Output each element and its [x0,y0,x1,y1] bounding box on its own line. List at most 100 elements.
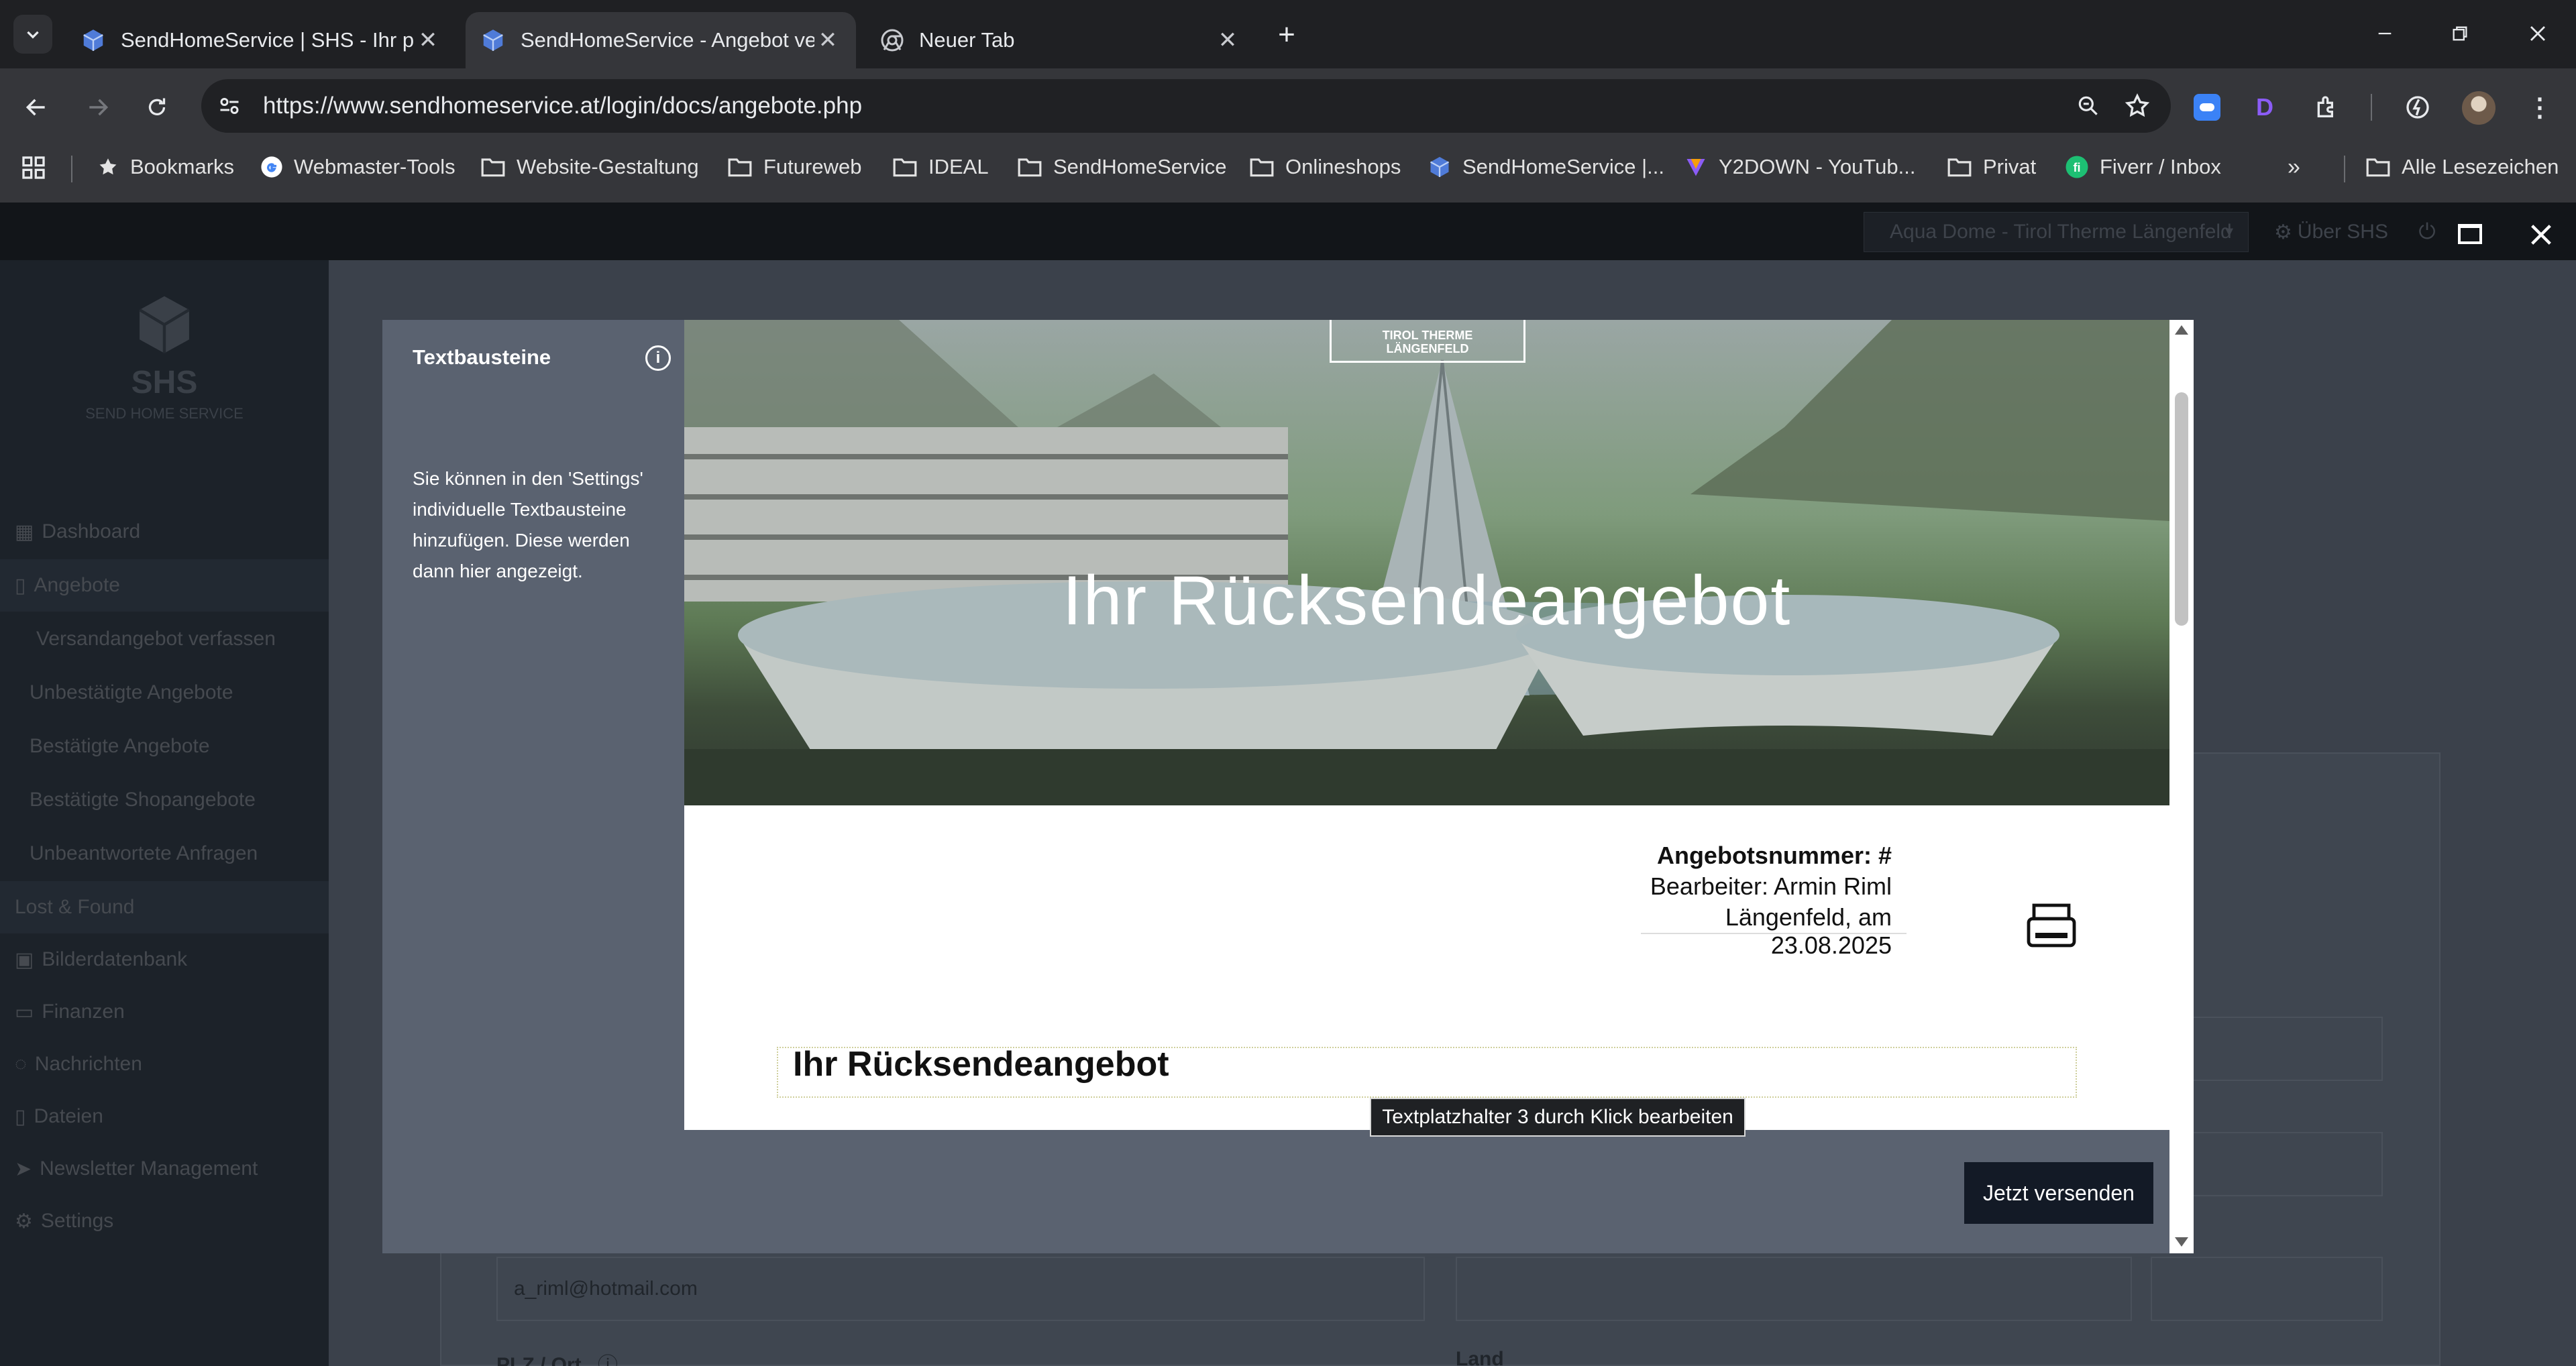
heading-placeholder[interactable]: Ihr Rücksendeangebot [777,1045,2077,1098]
chat-icon: ◌ [15,1053,27,1075]
cloud-extension-icon[interactable] [2194,94,2220,121]
divider [2371,94,2372,121]
nav-lost-found[interactable]: Lost & Found [0,881,329,933]
email-field[interactable]: a_riml@hotmail.com [496,1257,1425,1321]
info-icon: ⓘ [598,1354,619,1366]
tab-angebot[interactable]: SendHomeService - Angebot ve ✕ [466,12,856,68]
nav-settings[interactable]: ⚙ Settings [0,1195,329,1247]
print-button[interactable] [2026,903,2077,949]
page-viewport: Aqua Dome - Tirol Therme Längenfeld ▼ ⚙ … [0,203,2576,1366]
bg-input [2151,1257,2383,1321]
gear-icon: ⚙ [2274,221,2292,243]
apps-icon[interactable] [20,154,47,181]
close-window-button[interactable] [2514,13,2561,54]
bookmark-y2down[interactable]: Y2DOWN - YouTub... [1684,150,1915,184]
tab-search-button[interactable] [13,15,52,54]
bookmark-sendhomeservice-site[interactable]: SendHomeService |... [1428,150,1664,184]
cube-icon [1428,155,1452,179]
nav-versandangebot[interactable]: Versandangebot verfassen [0,613,329,665]
nav-nachrichten[interactable]: ◌ Nachrichten [0,1038,329,1090]
tab-neuer-tab[interactable]: Neuer Tab ✕ [865,12,1256,68]
more-bookmarks-button[interactable]: » [2288,150,2300,184]
textbausteine-hint: Sie können in den 'Settings' individuell… [413,468,643,581]
nav-dashboard[interactable]: ▦ Dashboard [0,506,329,558]
toolbar: https://www.sendhomeservice.at/login/doc… [0,68,2576,141]
d-extension-icon[interactable]: D [2251,93,2278,122]
reload-button[interactable] [138,89,176,126]
forward-arrow-icon [89,99,109,116]
divider [2344,156,2345,182]
performance-icon[interactable] [2403,93,2432,122]
close-icon[interactable]: ✕ [814,27,841,54]
info-icon[interactable]: i [645,345,671,371]
bookmark-bookmarks[interactable]: Bookmarks [97,150,234,184]
bookmark-privat[interactable]: Privat [1947,150,2036,184]
about-link[interactable]: ⚙ Über SHS [2274,217,2388,247]
land-label: Land [1456,1348,1504,1366]
restore-button[interactable] [2436,13,2483,54]
nav-bilderdatenbank[interactable]: ▣ Bilderdatenbank [0,933,329,986]
nav-bestaetigte[interactable]: Bestätigte Angebote [0,720,329,773]
nav-anfragen[interactable]: Unbeantwortete Anfragen [0,828,329,880]
app-sidebar: SHS SEND HOME SERVICE ▦ Dashboard ▯ Angebo… [0,260,329,1366]
document-icon: ▯ [15,574,26,597]
money-icon: ▭ [15,1001,34,1023]
y2down-icon [1684,155,1708,179]
bookmark-onlineshops[interactable]: Onlineshops [1249,150,1401,184]
avatar[interactable] [2462,91,2496,125]
bookmark-sendhomeservice[interactable]: SendHomeService [1017,150,1226,184]
paper-plane-icon: ➤ [15,1157,32,1180]
scroll-down-arrow[interactable] [2175,1237,2188,1247]
scroll-up-arrow[interactable] [2175,325,2188,335]
forward-button[interactable] [79,89,117,126]
nav-angebote[interactable]: ▯ Angebote [0,559,329,612]
cube-logo-icon [138,296,191,353]
close-icon[interactable]: ✕ [1214,27,1241,54]
tab-strip: SendHomeService | SHS - Ihr pr ✕ SendHom… [0,0,2576,68]
nav-finanzen[interactable]: ▭ Finanzen [0,986,329,1038]
send-button[interactable]: Jetzt versenden [1964,1162,2153,1224]
folder-icon [1249,156,1275,178]
tab-title: SendHomeService | SHS - Ihr pr [121,28,415,52]
bookmark-webmaster-tools[interactable]: Webmaster-Tools [260,150,455,184]
bookmark-all[interactable]: Alle Lesezeichen [2365,150,2559,184]
star-icon[interactable] [2124,93,2151,119]
close-icon [2531,225,2551,245]
bookmark-website-gestaltung[interactable]: Website-Gestaltung [480,150,699,184]
close-modal-button[interactable] [2525,219,2557,251]
extensions-icon[interactable] [2312,93,2341,122]
back-button[interactable] [17,89,55,126]
maximize-modal-button[interactable] [2458,224,2482,244]
scrollbar[interactable] [2169,320,2194,1253]
nav-shopangebote[interactable]: Bestätigte Shopangebote [0,774,329,826]
hero-title: Ihr Rücksendeangebot [1062,562,1792,640]
tab-sendhomeservice[interactable]: SendHomeService | SHS - Ihr pr ✕ [66,12,456,68]
scroll-thumb[interactable] [2175,392,2188,626]
minimize-button[interactable] [2361,13,2408,54]
bookmark-ideal[interactable]: IDEAL [892,150,989,184]
minimize-icon [2378,32,2392,35]
hero-logo-box: TIROL THERME LÄNGENFELD [1330,320,1525,363]
menu-icon[interactable]: ⋮ [2526,93,2553,122]
bookmark-futureweb[interactable]: Futureweb [727,150,861,184]
power-icon[interactable]: ⏻ [2414,217,2440,247]
hotel-select[interactable]: Aqua Dome - Tirol Therme Längenfeld ▼ [1864,212,2249,252]
bookmark-fiverr[interactable]: fi Fiverr / Inbox [2065,150,2221,184]
folder-icon [727,156,753,178]
divider [71,156,72,182]
app-logo: SHS SEND HOME SERVICE [0,294,329,422]
site-info-icon[interactable] [217,94,241,118]
printer-icon [2027,903,2076,948]
address-bar[interactable]: https://www.sendhomeservice.at/login/doc… [201,79,2171,133]
new-tab-button[interactable]: + [1268,16,1305,54]
star-icon [97,156,119,178]
nav-newsletter[interactable]: ➤ Newsletter Management [0,1143,329,1195]
folder-icon [892,156,918,178]
date-line: Längenfeld, am 23.08.2025 [1725,903,1892,959]
close-icon[interactable]: ✕ [415,27,441,54]
zoom-icon[interactable] [2076,93,2101,119]
image-icon: ▣ [15,948,34,971]
nav-dateien[interactable]: ▯ Dateien [0,1090,329,1143]
nav-unbestaetigte[interactable]: Unbestätigte Angebote [0,667,329,719]
reload-icon [148,98,166,115]
